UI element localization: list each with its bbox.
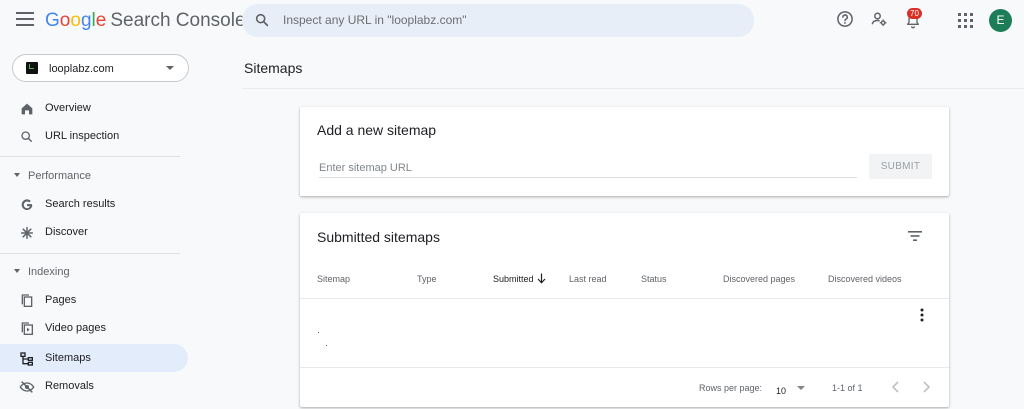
product-name: Search Console (110, 10, 246, 31)
sitemap-url-input[interactable] (319, 158, 857, 178)
asterisk-icon (20, 226, 34, 240)
table-row[interactable] (300, 299, 949, 367)
row-placeholder-dot (326, 345, 327, 346)
sidebar-section-label: Indexing (28, 266, 70, 278)
column-header-last-read[interactable]: Last read (569, 274, 607, 284)
next-page-icon[interactable] (919, 379, 933, 395)
sidebar-section-indexing[interactable]: Indexing (0, 262, 180, 282)
rows-per-page-value: 10 (776, 386, 787, 396)
manage-users-icon[interactable] (870, 10, 888, 28)
rows-per-page-select[interactable]: 10 (776, 381, 808, 396)
sidebar-item-pages[interactable]: Pages (0, 286, 188, 314)
search-icon (255, 13, 269, 27)
property-name: looplabz.com (49, 63, 114, 75)
sidebar-item-label: Removals (45, 380, 94, 392)
pages-icon (21, 294, 33, 307)
sidebar-item-sitemaps[interactable]: Sitemaps (0, 344, 188, 372)
help-icon[interactable] (836, 10, 854, 28)
add-sitemap-title: Add a new sitemap (317, 122, 437, 138)
dropdown-caret-icon (166, 66, 174, 70)
apps-grid-icon[interactable] (958, 13, 973, 28)
sidebar-item-label: Video pages (45, 322, 106, 334)
sidebar-item-label: Pages (45, 294, 77, 306)
site-favicon (26, 62, 38, 74)
sidebar-item-label: URL inspection (45, 130, 120, 142)
more-vert-icon[interactable] (919, 308, 925, 322)
search-console-logo[interactable]: Google Search Console (45, 10, 246, 32)
sidebar-section-performance[interactable]: Performance (0, 166, 180, 186)
page-title: Sitemaps (244, 60, 303, 76)
sidebar-item-label: Search results (45, 198, 116, 210)
video-pages-icon (21, 322, 33, 335)
google-g-icon (21, 199, 33, 211)
sidebar-section-label: Performance (28, 170, 91, 182)
sidebar-item-label: Discover (45, 226, 88, 238)
column-header-sitemap[interactable]: Sitemap (317, 274, 350, 284)
row-placeholder-dot (318, 332, 319, 333)
property-selector[interactable]: looplabz.com (12, 54, 189, 82)
top-app-bar: Google Search Console Inspect any URL in … (0, 0, 1024, 42)
home-icon (21, 103, 33, 115)
submit-button[interactable]: SUBMIT (869, 154, 932, 179)
column-header-submitted[interactable]: Submitted (493, 274, 534, 284)
sidebar-item-discover[interactable]: Discover (0, 218, 188, 246)
column-header-type[interactable]: Type (417, 274, 437, 284)
filter-icon[interactable] (907, 229, 923, 243)
sidebar-item-overview[interactable]: Overview (0, 94, 188, 122)
column-header-status[interactable]: Status (641, 274, 667, 284)
table-footer-divider (300, 367, 949, 368)
sidebar-divider (0, 156, 180, 157)
rows-per-page-label: Rows per page: (699, 383, 763, 393)
menu-icon[interactable] (16, 12, 34, 28)
url-inspect-search-bar[interactable]: Inspect any URL in "looplabz.com" (242, 4, 754, 37)
search-placeholder: Inspect any URL in "looplabz.com" (283, 13, 467, 27)
sidebar-item-label: Sitemaps (45, 352, 91, 364)
previous-page-icon[interactable] (889, 379, 903, 395)
search-icon (21, 131, 33, 143)
submitted-sitemaps-title: Submitted sitemaps (317, 229, 440, 245)
sidebar-item-label: Overview (45, 102, 91, 114)
sort-descending-arrow-icon[interactable] (537, 273, 546, 284)
column-header-discovered-pages[interactable]: Discovered pages (723, 274, 795, 284)
removals-icon (19, 381, 35, 393)
add-sitemap-card: Add a new sitemap SUBMIT (300, 107, 949, 196)
pagination-range: 1-1 of 1 (832, 383, 863, 393)
submitted-sitemaps-card: Submitted sitemaps Sitemap Type Submitte… (300, 213, 949, 407)
sitemap-icon (20, 352, 33, 366)
column-header-discovered-videos[interactable]: Discovered videos (828, 274, 902, 284)
collapse-triangle-icon (14, 269, 20, 273)
sidebar-item-removals[interactable]: Removals (0, 372, 188, 400)
sidebar-item-url-inspection[interactable]: URL inspection (0, 122, 188, 150)
title-divider (242, 88, 1024, 89)
sidebar-item-video-pages[interactable]: Video pages (0, 314, 188, 342)
account-avatar[interactable]: E (989, 9, 1012, 32)
collapse-triangle-icon (14, 173, 20, 177)
sidebar-divider (0, 253, 180, 254)
chevron-down-icon (797, 386, 805, 390)
notification-count-badge: 70 (907, 8, 922, 19)
sidebar-item-search-results[interactable]: Search results (0, 190, 188, 218)
